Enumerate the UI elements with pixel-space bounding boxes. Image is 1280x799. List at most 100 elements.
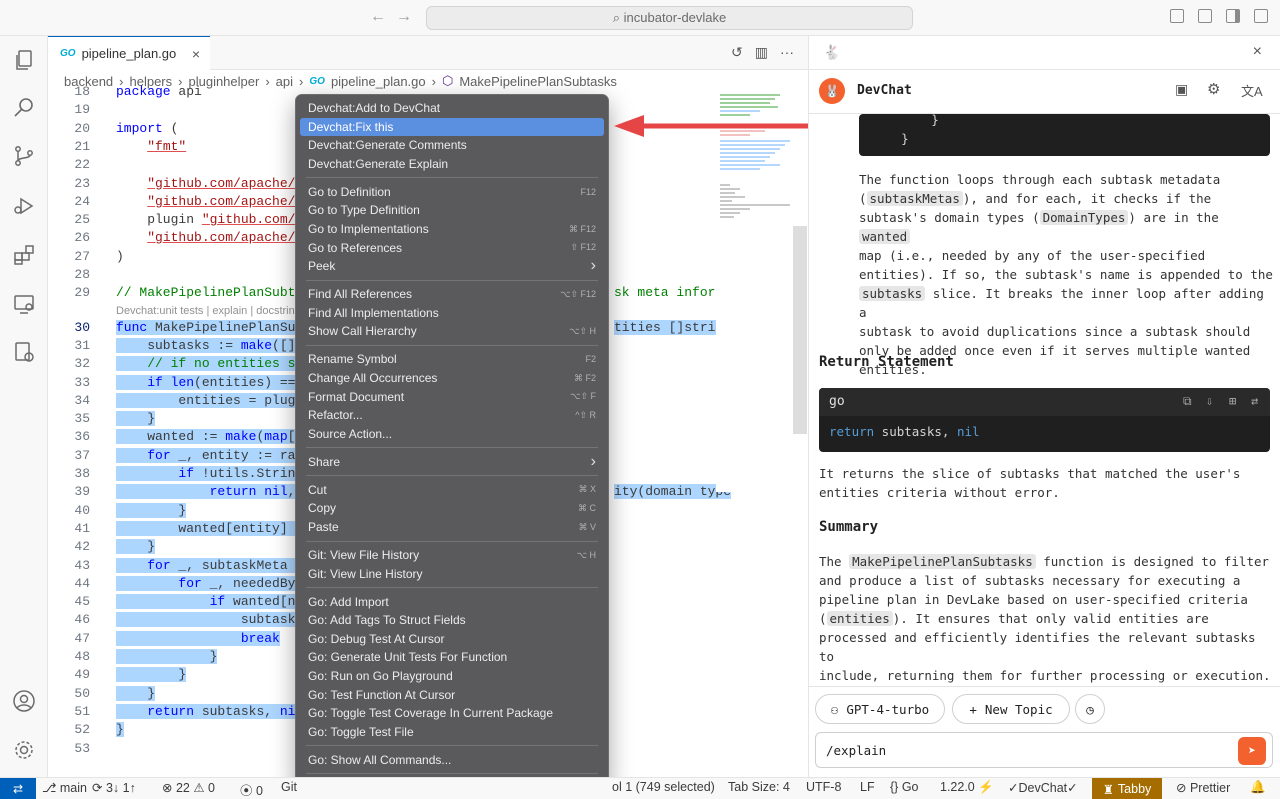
prettier-status[interactable]: ⊘ Prettier bbox=[1176, 780, 1230, 795]
diff-icon[interactable]: ⇄ bbox=[1251, 394, 1258, 408]
extensions-icon[interactable] bbox=[12, 243, 36, 267]
split-editor-icon[interactable]: ▥ bbox=[755, 44, 768, 61]
menu-item[interactable]: Source Action... bbox=[300, 425, 604, 443]
menu-item[interactable]: Go to Type Definition bbox=[300, 201, 604, 219]
menu-item[interactable]: Go to Definition F12 bbox=[300, 183, 604, 201]
go-file-icon: GO bbox=[60, 48, 76, 59]
menu-item[interactable]: Go: Toggle Test Coverage In Current Pack… bbox=[300, 704, 604, 722]
insert-icon[interactable]: ⇩ bbox=[1206, 394, 1213, 408]
menu-item[interactable]: Git: View File History ⌥ H bbox=[300, 546, 604, 564]
back-arrow-icon[interactable]: ← bbox=[370, 8, 386, 26]
menu-item[interactable]: Refactor... ^⇧ R bbox=[300, 406, 604, 424]
devchat-settings-icon[interactable] bbox=[12, 340, 36, 364]
chat-messages[interactable]: } } The function loops through each subt… bbox=[809, 114, 1280, 686]
menu-item[interactable]: Copy ⌘ C bbox=[300, 499, 604, 517]
menu-item[interactable]: Paste ⌘ V bbox=[300, 518, 604, 536]
language-mode[interactable]: {} Go bbox=[890, 780, 919, 794]
devchat-status[interactable]: ✓DevChat✓ bbox=[1008, 780, 1078, 795]
close-icon[interactable]: × bbox=[192, 46, 200, 62]
menu-item[interactable]: Find All Implementations bbox=[300, 304, 604, 322]
menu-item[interactable]: Go to Implementations ⌘ F12 bbox=[300, 220, 604, 238]
encoding[interactable]: UTF-8 bbox=[806, 780, 841, 794]
search-icon[interactable] bbox=[12, 96, 36, 120]
breadcrumb-item[interactable]: pipeline_plan.go bbox=[331, 74, 426, 89]
git-status-fragment[interactable]: Git bbox=[281, 780, 297, 794]
menu-item[interactable]: Go: Run on Go Playground bbox=[300, 667, 604, 685]
menu-item[interactable]: Go: Add Tags To Struct Fields bbox=[300, 611, 604, 629]
minimap-line bbox=[720, 98, 775, 100]
menu-item[interactable]: Share › bbox=[300, 453, 604, 471]
customize-layout-icon[interactable] bbox=[1254, 9, 1268, 23]
menu-item[interactable]: Go: Generate Unit Tests For Function bbox=[300, 648, 604, 666]
menu-item[interactable]: Cut ⌘ X bbox=[300, 481, 604, 499]
remote-indicator-icon[interactable]: ⇄ bbox=[0, 778, 36, 799]
menu-item[interactable]: Go to References ⇧ F12 bbox=[300, 239, 604, 257]
menu-item[interactable]: Devchat:Fix this bbox=[300, 117, 604, 136]
devchat-codelens[interactable]: Devchat:unit tests | explain | docstring bbox=[116, 305, 301, 317]
tab-size[interactable]: Tab Size: 4 bbox=[728, 780, 790, 794]
go-version[interactable]: 1.22.0 ⚡ bbox=[940, 780, 994, 795]
menu-item[interactable]: Find All References ⌥⇧ F12 bbox=[300, 285, 604, 303]
more-actions-icon[interactable]: ··· bbox=[780, 44, 794, 61]
copy-icon[interactable]: ⧉ bbox=[1183, 394, 1192, 409]
model-select-button[interactable]: ⚇ GPT-4-turbo bbox=[815, 694, 945, 724]
devchat-bunny-icon[interactable]: 🐇 bbox=[823, 44, 840, 61]
explorer-icon[interactable] bbox=[12, 48, 36, 72]
menu-item[interactable]: Devchat:Generate Explain bbox=[300, 155, 604, 173]
minimap[interactable] bbox=[716, 92, 796, 492]
menu-item[interactable]: Rename Symbol F2 bbox=[300, 350, 604, 368]
line-ending[interactable]: LF bbox=[860, 780, 875, 794]
cursor-position[interactable]: ol 1 (749 selected) bbox=[612, 780, 715, 794]
code-line: // if no entities spe bbox=[116, 356, 312, 372]
code-line: func MakePipelinePlanSubt bbox=[116, 319, 312, 335]
toggle-panel-icon[interactable] bbox=[1198, 9, 1212, 23]
close-icon[interactable]: × bbox=[1253, 43, 1262, 61]
vertical-scrollbar[interactable] bbox=[793, 226, 807, 434]
history-clock-button[interactable]: ◷ bbox=[1075, 694, 1105, 724]
tabby-status[interactable]: ♜ Tabby bbox=[1092, 778, 1162, 799]
new-topic-button[interactable]: + New Topic bbox=[952, 694, 1070, 724]
branch-status[interactable]: ⎇ main bbox=[42, 780, 87, 795]
menu-item[interactable]: Go: Show All Commands... bbox=[300, 751, 604, 769]
gear-icon[interactable]: ⚙ bbox=[1207, 80, 1220, 98]
timeline-icon[interactable]: ↺ bbox=[731, 44, 743, 61]
command-center-search[interactable]: ⌕ incubator-devlake bbox=[426, 6, 913, 30]
menu-item[interactable]: Go: Toggle Test File bbox=[300, 723, 604, 741]
line-number: 47 bbox=[74, 630, 90, 646]
wallet-icon[interactable]: ▣ bbox=[1175, 81, 1188, 98]
toggle-secondary-sidebar-icon[interactable] bbox=[1226, 9, 1240, 23]
forward-arrow-icon[interactable]: → bbox=[396, 8, 412, 26]
chat-input[interactable]: /explain ➤ bbox=[815, 732, 1273, 768]
tab-pipeline-plan[interactable]: GO pipeline_plan.go × bbox=[48, 36, 210, 70]
code-line: if len(entities) == ( bbox=[116, 374, 312, 390]
menu-item[interactable]: Peek › bbox=[300, 257, 604, 275]
translate-icon[interactable]: 文A bbox=[1241, 81, 1263, 100]
breadcrumb-item[interactable]: api bbox=[276, 74, 293, 89]
source-control-icon[interactable] bbox=[12, 144, 36, 168]
append-icon[interactable]: ⊞ bbox=[1229, 394, 1236, 408]
minimap-line bbox=[720, 196, 745, 198]
menu-item[interactable]: Go: Add Import bbox=[300, 593, 604, 611]
menu-item[interactable]: Git: View Line History bbox=[300, 565, 604, 583]
menu-item-label: Devchat:Generate Comments bbox=[308, 138, 467, 153]
menu-item[interactable]: Format Document ⌥⇧ F bbox=[300, 388, 604, 406]
problems-status[interactable]: ⊗ 22 ⚠ 0 bbox=[162, 780, 215, 795]
line-number: 44 bbox=[74, 575, 90, 591]
run-debug-icon[interactable] bbox=[12, 194, 36, 218]
menu-item[interactable]: Go: Debug Test At Cursor bbox=[300, 630, 604, 648]
toggle-sidebar-icon[interactable] bbox=[1170, 9, 1184, 23]
menu-item[interactable]: Show Call Hierarchy ⌥⇧ H bbox=[300, 322, 604, 340]
manage-gear-icon[interactable] bbox=[12, 738, 36, 762]
bell-icon[interactable]: 🔔 bbox=[1250, 780, 1266, 795]
sync-status[interactable]: ⟳ 3↓ 1↑ bbox=[92, 780, 136, 795]
breadcrumb-item[interactable]: MakePipelinePlanSubtasks bbox=[459, 74, 617, 89]
ports-status[interactable]: ⦿ 0 bbox=[240, 780, 263, 799]
menu-item[interactable]: Go: Test Function At Cursor bbox=[300, 686, 604, 704]
menu-item[interactable]: Change All Occurrences ⌘ F2 bbox=[300, 369, 604, 387]
account-icon[interactable] bbox=[12, 689, 36, 713]
line-number: 29 bbox=[74, 285, 90, 301]
menu-item[interactable]: Devchat:Add to DevChat bbox=[300, 99, 604, 117]
send-button[interactable]: ➤ bbox=[1238, 737, 1266, 765]
remote-explorer-icon[interactable] bbox=[12, 292, 36, 316]
menu-item[interactable]: Devchat:Generate Comments bbox=[300, 136, 604, 154]
